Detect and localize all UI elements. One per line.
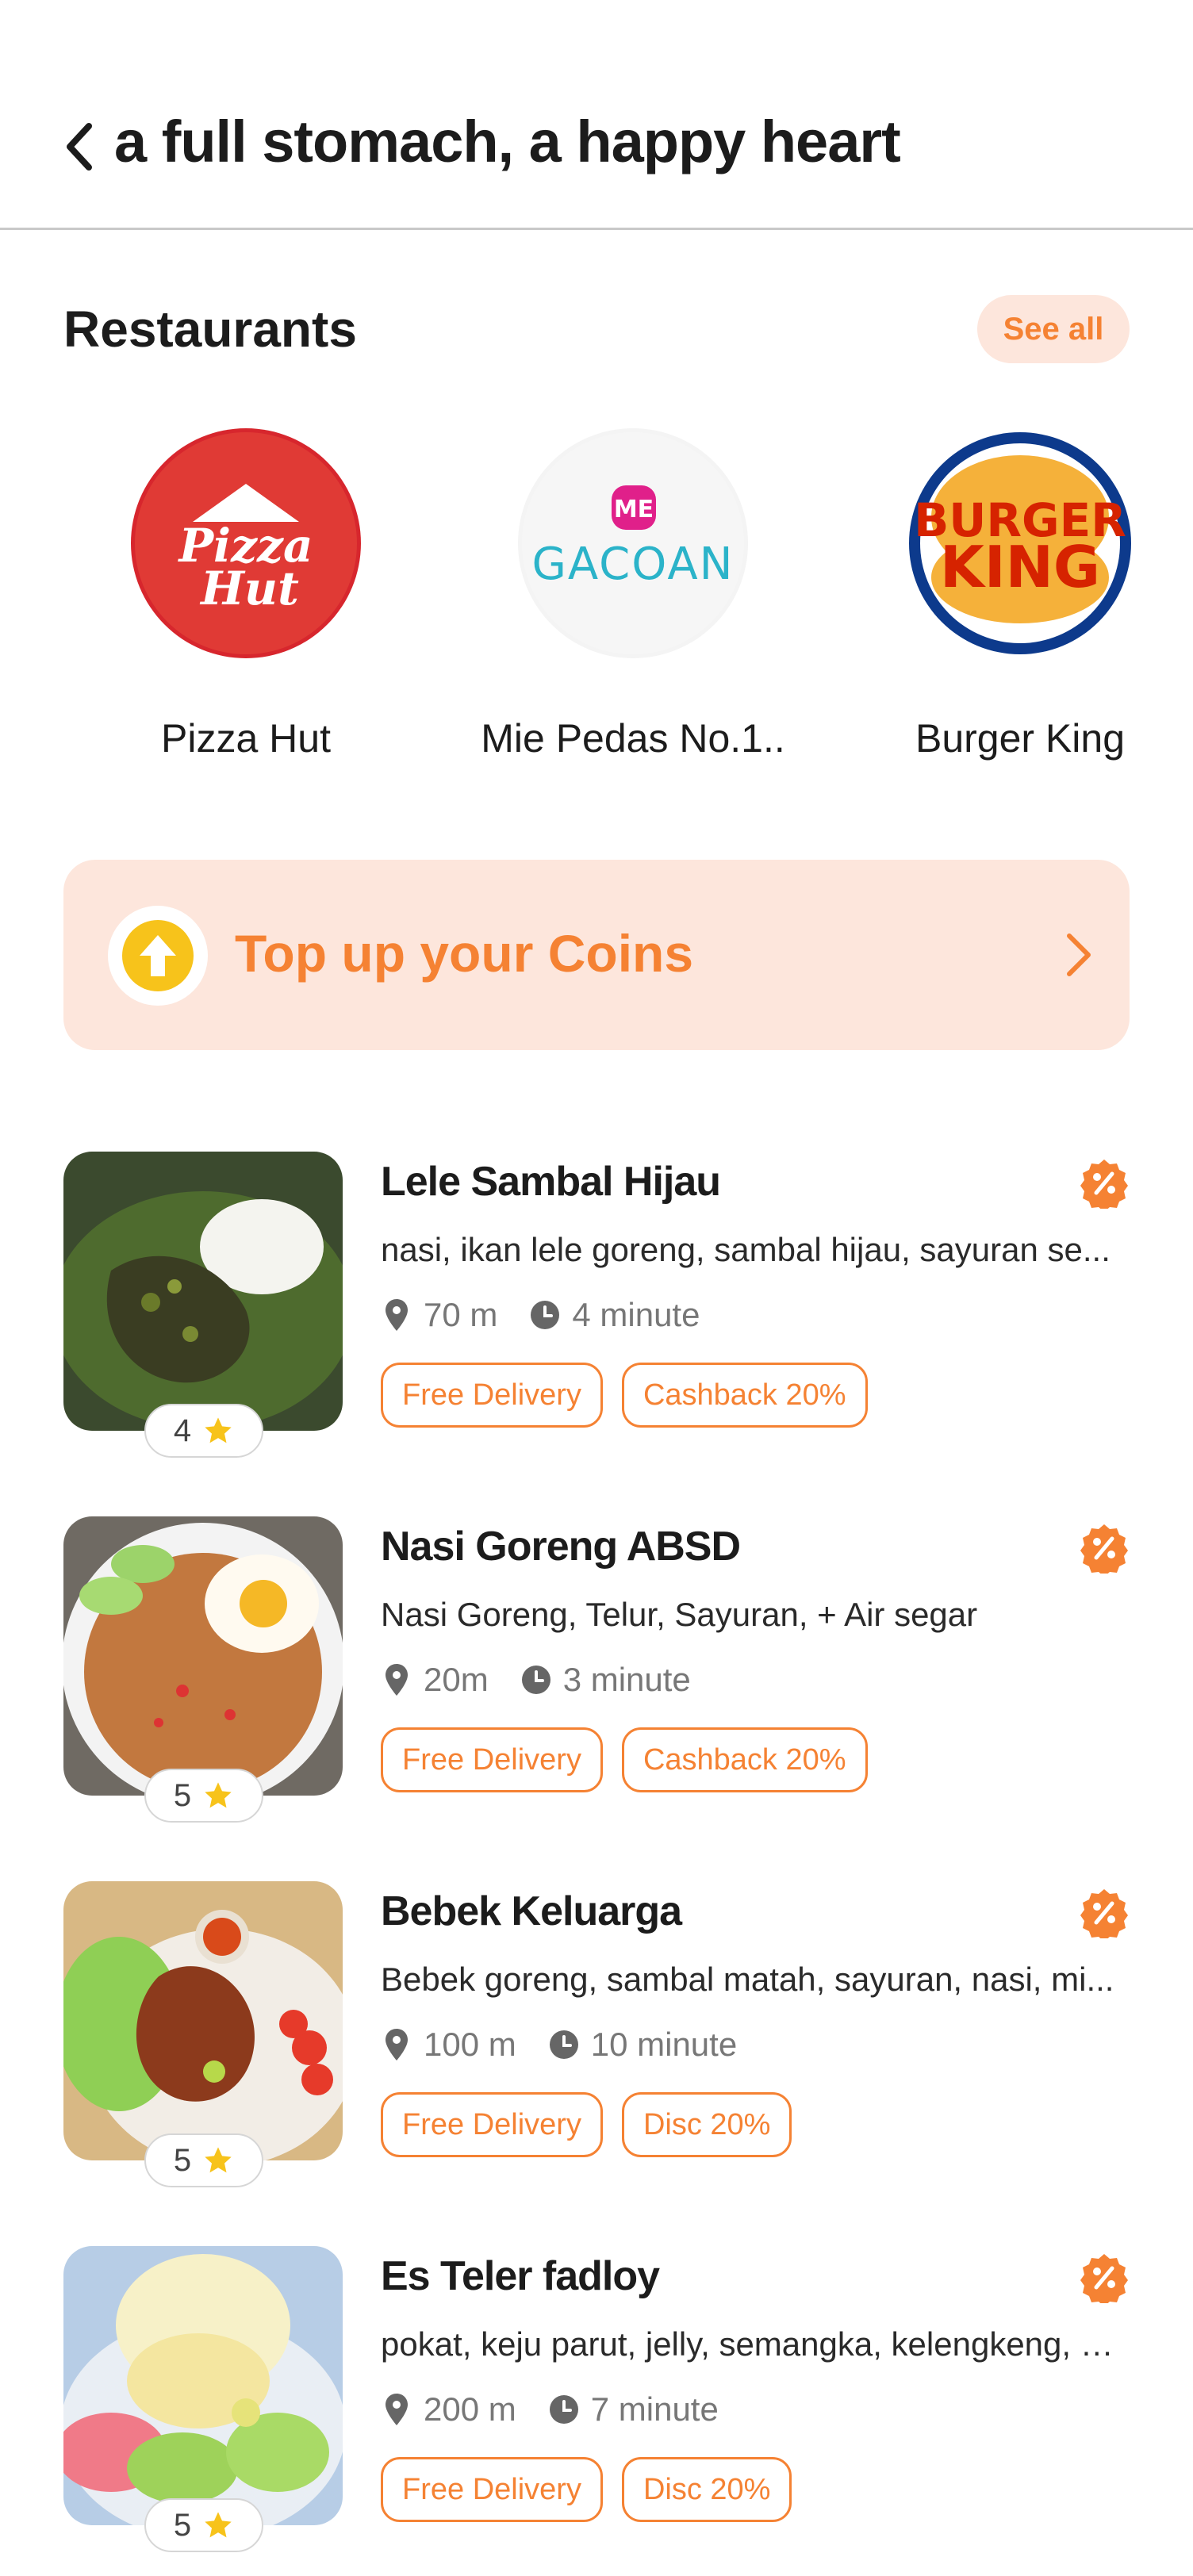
svg-text:Hut: Hut	[199, 562, 299, 615]
location-pin-icon	[381, 1661, 412, 1699]
tag-promo: Disc 20%	[621, 2457, 792, 2522]
food-image	[63, 1516, 343, 1796]
clock-icon	[548, 2390, 580, 2428]
food-description: pokat, keju parut, jelly, semangka, kele…	[381, 2325, 1130, 2363]
star-icon	[205, 2512, 232, 2538]
clock-icon	[529, 1296, 561, 1334]
rating-badge: 5	[144, 2498, 263, 2552]
tag-promo: Cashback 20%	[621, 1727, 868, 1792]
restaurant-card[interactable]: ME GACOAN Mie Pedas No.1..	[466, 428, 800, 761]
food-item[interactable]: 5 Nasi Goreng ABSD Nasi Goreng, Telur, S…	[63, 1516, 1130, 1834]
restaurant-card[interactable]: BURGER KING Burger King	[854, 428, 1187, 761]
arrow-up-coin-icon	[108, 906, 208, 1006]
tag-free-delivery: Free Delivery	[381, 2092, 603, 2157]
burger-king-logo: BURGER KING	[905, 428, 1135, 658]
rating-value: 5	[173, 1777, 192, 1813]
food-title: Lele Sambal Hijau	[381, 1159, 721, 1205]
distance-text: 200 m	[424, 2390, 516, 2428]
time-text: 4 minute	[572, 1296, 700, 1333]
discount-badge-icon	[1080, 1889, 1128, 1938]
location-pin-icon	[381, 2026, 412, 2064]
food-description: Nasi Goreng, Telur, Sayuran, + Air segar	[381, 1596, 978, 1633]
app-header: a full stomach, a happy heart	[0, 0, 1193, 230]
svg-text:KING: KING	[940, 534, 1100, 600]
tag-free-delivery: Free Delivery	[381, 2457, 603, 2522]
tag-list: Free Delivery Cashback 20%	[381, 1363, 868, 1428]
pizza-hut-logo: Pizza Hut	[131, 428, 361, 658]
restaurant-name: Mie Pedas No.1..	[481, 716, 785, 761]
food-meta: 200 m 7 minute	[381, 2390, 719, 2428]
rating-value: 5	[173, 2507, 192, 2543]
food-item[interactable]: 5 Es Teler fadloy pokat, keju parut, jel…	[63, 2246, 1130, 2563]
page-title: a full stomach, a happy heart	[114, 109, 901, 174]
location-pin-icon	[381, 2390, 412, 2428]
svg-text:ME: ME	[614, 496, 654, 523]
food-item[interactable]: 4 Lele Sambal Hijau nasi, ikan lele gore…	[63, 1152, 1130, 1469]
distance-text: 100 m	[424, 2026, 516, 2063]
rating-badge: 4	[144, 1404, 263, 1458]
topup-coins-banner[interactable]: Top up your Coins	[63, 860, 1130, 1050]
tag-list: Free Delivery Disc 20%	[381, 2457, 792, 2522]
topup-label: Top up your Coins	[235, 924, 694, 983]
tag-free-delivery: Free Delivery	[381, 1727, 603, 1792]
svg-text:GACOAN: GACOAN	[531, 539, 734, 590]
star-icon	[205, 2147, 232, 2173]
food-title: Nasi Goreng ABSD	[381, 1524, 741, 1570]
food-item[interactable]: 5 Bebek Keluarga Bebek goreng, sambal ma…	[63, 1881, 1130, 2198]
rating-badge: 5	[144, 2133, 263, 2187]
star-icon	[205, 1417, 232, 1443]
food-image	[63, 2246, 343, 2525]
food-meta: 20m 3 minute	[381, 1661, 691, 1699]
discount-badge-icon	[1080, 2254, 1128, 2303]
food-image	[63, 1881, 343, 2160]
food-meta: 100 m 10 minute	[381, 2026, 737, 2064]
rating-value: 5	[173, 2142, 192, 2178]
tag-promo: Disc 20%	[621, 2092, 792, 2157]
food-title: Bebek Keluarga	[381, 1888, 682, 1934]
restaurant-name: Burger King	[915, 716, 1126, 761]
rating-badge: 5	[144, 1769, 263, 1823]
mie-gacoan-logo: ME GACOAN	[518, 428, 748, 658]
chevron-right-icon	[1055, 923, 1103, 987]
food-meta: 70 m 4 minute	[381, 1296, 700, 1334]
time-text: 10 minute	[590, 2026, 738, 2063]
distance-text: 20m	[424, 1661, 489, 1698]
time-text: 3 minute	[562, 1661, 691, 1698]
tag-free-delivery: Free Delivery	[381, 1363, 603, 1428]
food-description: Bebek goreng, sambal matah, sayuran, nas…	[381, 1961, 1114, 1998]
time-text: 7 minute	[590, 2390, 719, 2428]
tag-promo: Cashback 20%	[621, 1363, 868, 1428]
location-pin-icon	[381, 1296, 412, 1334]
food-description: nasi, ikan lele goreng, sambal hijau, sa…	[381, 1231, 1111, 1268]
see-all-button[interactable]: See all	[977, 295, 1130, 363]
clock-icon	[548, 2026, 580, 2064]
discount-badge-icon	[1080, 1160, 1128, 1209]
restaurant-card[interactable]: Pizza Hut Pizza Hut	[79, 428, 412, 761]
back-button[interactable]	[57, 115, 102, 178]
discount-badge-icon	[1080, 1524, 1128, 1574]
tag-list: Free Delivery Disc 20%	[381, 2092, 792, 2157]
clock-icon	[520, 1661, 552, 1699]
chevron-left-icon	[67, 123, 92, 171]
restaurants-section-title: Restaurants	[63, 301, 357, 358]
star-icon	[205, 1782, 232, 1808]
food-title: Es Teler fadloy	[381, 2253, 660, 2299]
distance-text: 70 m	[424, 1296, 498, 1333]
food-image	[63, 1152, 343, 1431]
rating-value: 4	[173, 1413, 192, 1448]
restaurant-name: Pizza Hut	[161, 716, 331, 761]
tag-list: Free Delivery Cashback 20%	[381, 1727, 868, 1792]
